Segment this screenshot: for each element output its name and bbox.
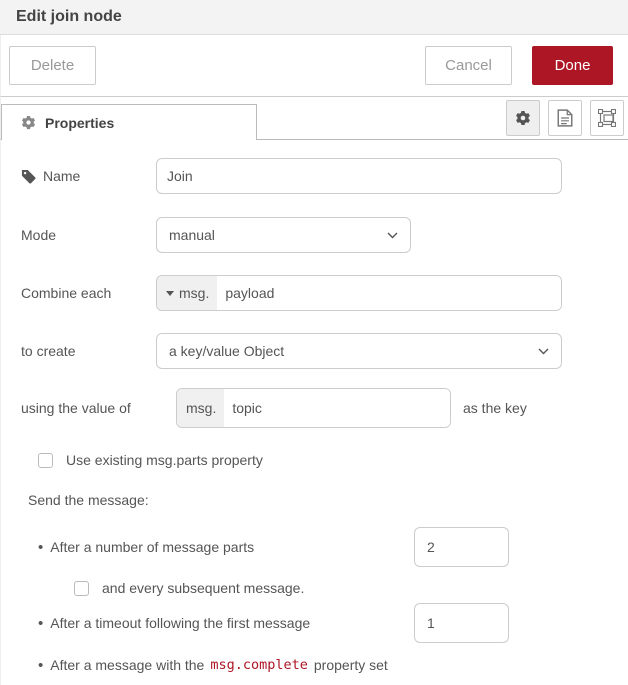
key-type-button[interactable]: msg. (177, 389, 224, 427)
combine-value-input[interactable] (217, 276, 561, 310)
combine-type-button[interactable]: msg. (157, 276, 217, 310)
to-create-row: to create a key/value Object (21, 333, 608, 369)
tag-icon (21, 169, 36, 184)
count-row: After a number of message parts (21, 526, 608, 568)
tab-bar: Properties (0, 97, 628, 140)
gear-icon (515, 110, 531, 126)
timeout-input[interactable] (414, 603, 509, 643)
count-label: After a number of message parts (50, 539, 254, 555)
gear-icon (21, 115, 36, 130)
use-parts-label: Use existing msg.parts property (66, 452, 263, 468)
appearance-tab-button[interactable] (590, 100, 624, 136)
key-typed-input: msg. (176, 388, 451, 428)
mode-select-value: manual (169, 227, 387, 243)
use-parts-row: Use existing msg.parts property (21, 452, 608, 468)
timeout-row: After a timeout following the first mess… (21, 602, 608, 644)
chevron-down-icon (538, 348, 549, 355)
dialog-toolbar: Delete Cancel Done (0, 35, 628, 97)
appearance-icon (598, 109, 616, 127)
properties-tab-button[interactable] (506, 100, 540, 136)
timeout-label: After a timeout following the first mess… (50, 615, 310, 631)
key-row: using the value of msg. as the key (21, 388, 608, 428)
done-button[interactable]: Done (532, 46, 613, 85)
tab-properties-label: Properties (45, 115, 114, 131)
combine-typed-input: msg. (156, 275, 562, 311)
complete-label-after: property set (314, 657, 388, 673)
tab-buttons (506, 100, 624, 136)
cancel-button[interactable]: Cancel (425, 46, 512, 85)
tab-properties[interactable]: Properties (1, 104, 257, 140)
name-input[interactable] (156, 158, 562, 194)
mode-label: Mode (21, 227, 156, 243)
combine-type-label: msg. (179, 285, 209, 301)
key-value-input[interactable] (224, 389, 450, 427)
send-message-title: Send the message: (21, 492, 608, 508)
document-icon (557, 109, 573, 127)
description-tab-button[interactable] (548, 100, 582, 136)
subsequent-label: and every subsequent message. (102, 580, 304, 596)
name-row: Name (21, 158, 608, 194)
mode-select[interactable]: manual (156, 217, 411, 253)
chevron-down-icon (387, 232, 398, 239)
name-label-col: Name (21, 168, 156, 184)
delete-button[interactable]: Delete (9, 46, 96, 85)
to-create-select-value: a key/value Object (169, 343, 538, 359)
combine-row: Combine each msg. (21, 275, 608, 311)
subsequent-checkbox[interactable] (74, 581, 89, 596)
key-row-suffix: as the key (463, 400, 527, 416)
msg-complete-code: msg.complete (210, 657, 308, 673)
use-parts-checkbox[interactable] (38, 453, 53, 468)
mode-row: Mode manual (21, 217, 608, 253)
name-label: Name (43, 168, 80, 184)
complete-label-before: After a message with the (50, 657, 204, 673)
complete-row: After a message with the msg.complete pr… (21, 657, 608, 673)
to-create-select[interactable]: a key/value Object (156, 333, 562, 369)
caret-down-icon (166, 291, 174, 296)
count-input[interactable] (414, 527, 509, 567)
to-create-label: to create (21, 343, 156, 359)
key-row-label: using the value of (21, 400, 176, 416)
combine-label: Combine each (21, 285, 156, 301)
dialog-title: Edit join node (16, 8, 122, 26)
edit-join-node-dialog: Edit join node Delete Cancel Done Proper… (0, 0, 628, 685)
key-type-label: msg. (186, 400, 216, 416)
subsequent-row: and every subsequent message. (21, 580, 608, 596)
properties-form: Name Mode manual Combine each msg. (0, 140, 628, 685)
dialog-header: Edit join node (0, 0, 628, 35)
